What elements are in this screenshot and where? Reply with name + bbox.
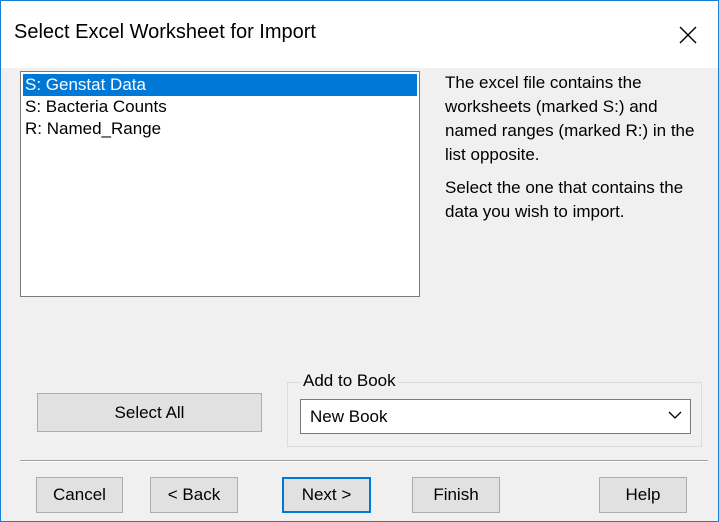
add-to-book-dropdown[interactable]: New Book bbox=[300, 399, 691, 434]
dialog-title: Select Excel Worksheet for Import bbox=[14, 21, 316, 43]
separator bbox=[20, 460, 708, 462]
add-to-book-label: Add to Book bbox=[301, 371, 398, 391]
help-button[interactable]: Help bbox=[599, 477, 687, 513]
next-button[interactable]: Next > bbox=[282, 477, 371, 513]
close-button[interactable] bbox=[658, 1, 718, 68]
instructions-text-1: The excel file contains the worksheets (… bbox=[445, 73, 695, 164]
instructions: The excel file contains the worksheets (… bbox=[445, 71, 713, 233]
back-button[interactable]: < Back bbox=[150, 477, 238, 513]
close-icon bbox=[679, 26, 697, 43]
chevron-down-icon bbox=[668, 411, 682, 419]
list-item[interactable]: R: Named_Range bbox=[23, 118, 417, 140]
finish-button[interactable]: Finish bbox=[412, 477, 500, 513]
add-to-book-value: New Book bbox=[310, 407, 388, 426]
cancel-button[interactable]: Cancel bbox=[36, 477, 123, 513]
title-bar: Select Excel Worksheet for Import bbox=[1, 1, 718, 68]
select-all-button[interactable]: Select All bbox=[37, 393, 262, 432]
list-item[interactable]: S: Bacteria Counts bbox=[23, 96, 417, 118]
list-item[interactable]: S: Genstat Data bbox=[23, 74, 417, 96]
worksheet-list[interactable]: S: Genstat Data S: Bacteria Counts R: Na… bbox=[20, 71, 420, 297]
instructions-text-2: Select the one that contains the data yo… bbox=[445, 178, 684, 221]
import-dialog: Select Excel Worksheet for Import S: Gen… bbox=[0, 0, 719, 522]
